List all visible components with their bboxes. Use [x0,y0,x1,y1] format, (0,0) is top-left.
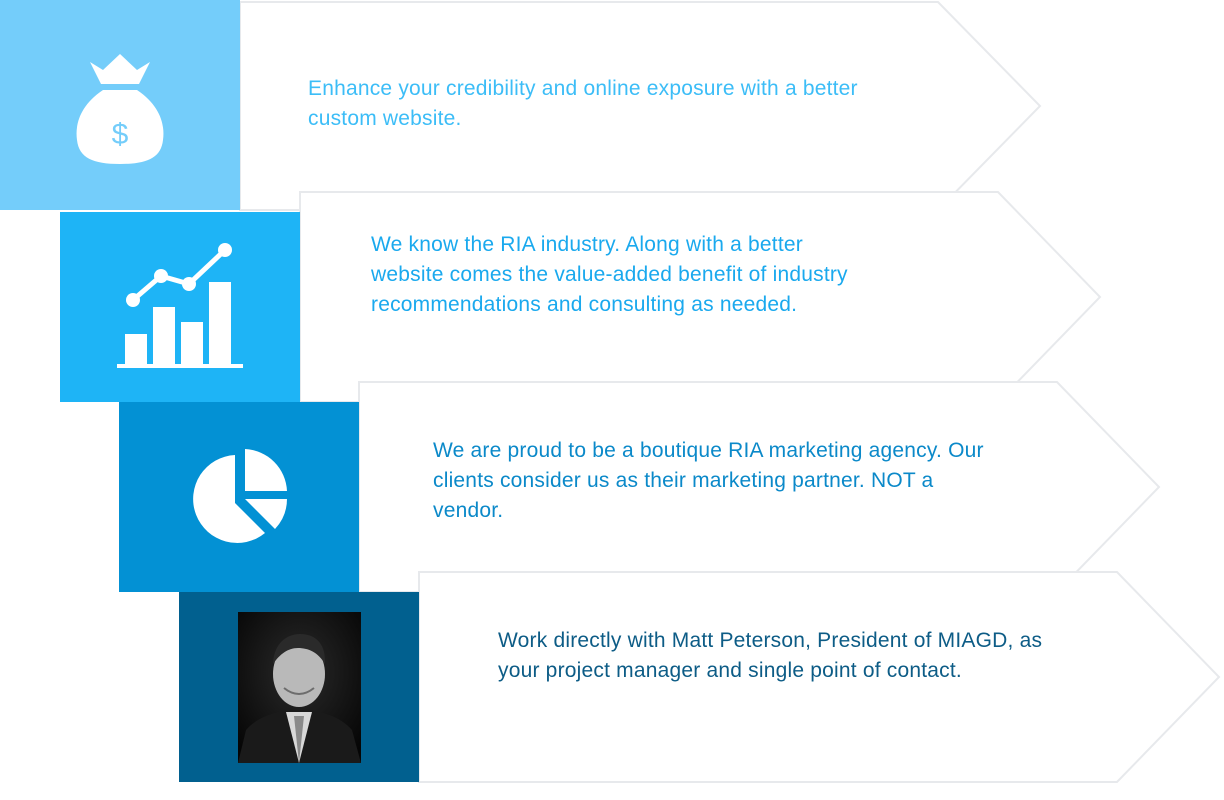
feature-tile-4 [179,592,419,782]
bar-line-chart-icon [117,243,243,368]
feature-tile-2 [60,212,300,402]
feature-text-4: Work directly with Matt Peterson, Presid… [498,629,1043,682]
money-bag-icon: $ [76,54,164,164]
feature-tile-3 [119,402,359,592]
feature-text-2: We know the RIA industry. Along with a b… [371,233,848,316]
feature-text-3: We are proud to be a boutique RIA market… [433,439,984,522]
feature-tile-1: $ [0,0,240,210]
svg-text:$: $ [112,118,129,151]
pie-chart-icon [193,449,287,543]
feature-text-1: Enhance your credibility and online expo… [308,77,858,130]
president-photo [237,611,361,763]
